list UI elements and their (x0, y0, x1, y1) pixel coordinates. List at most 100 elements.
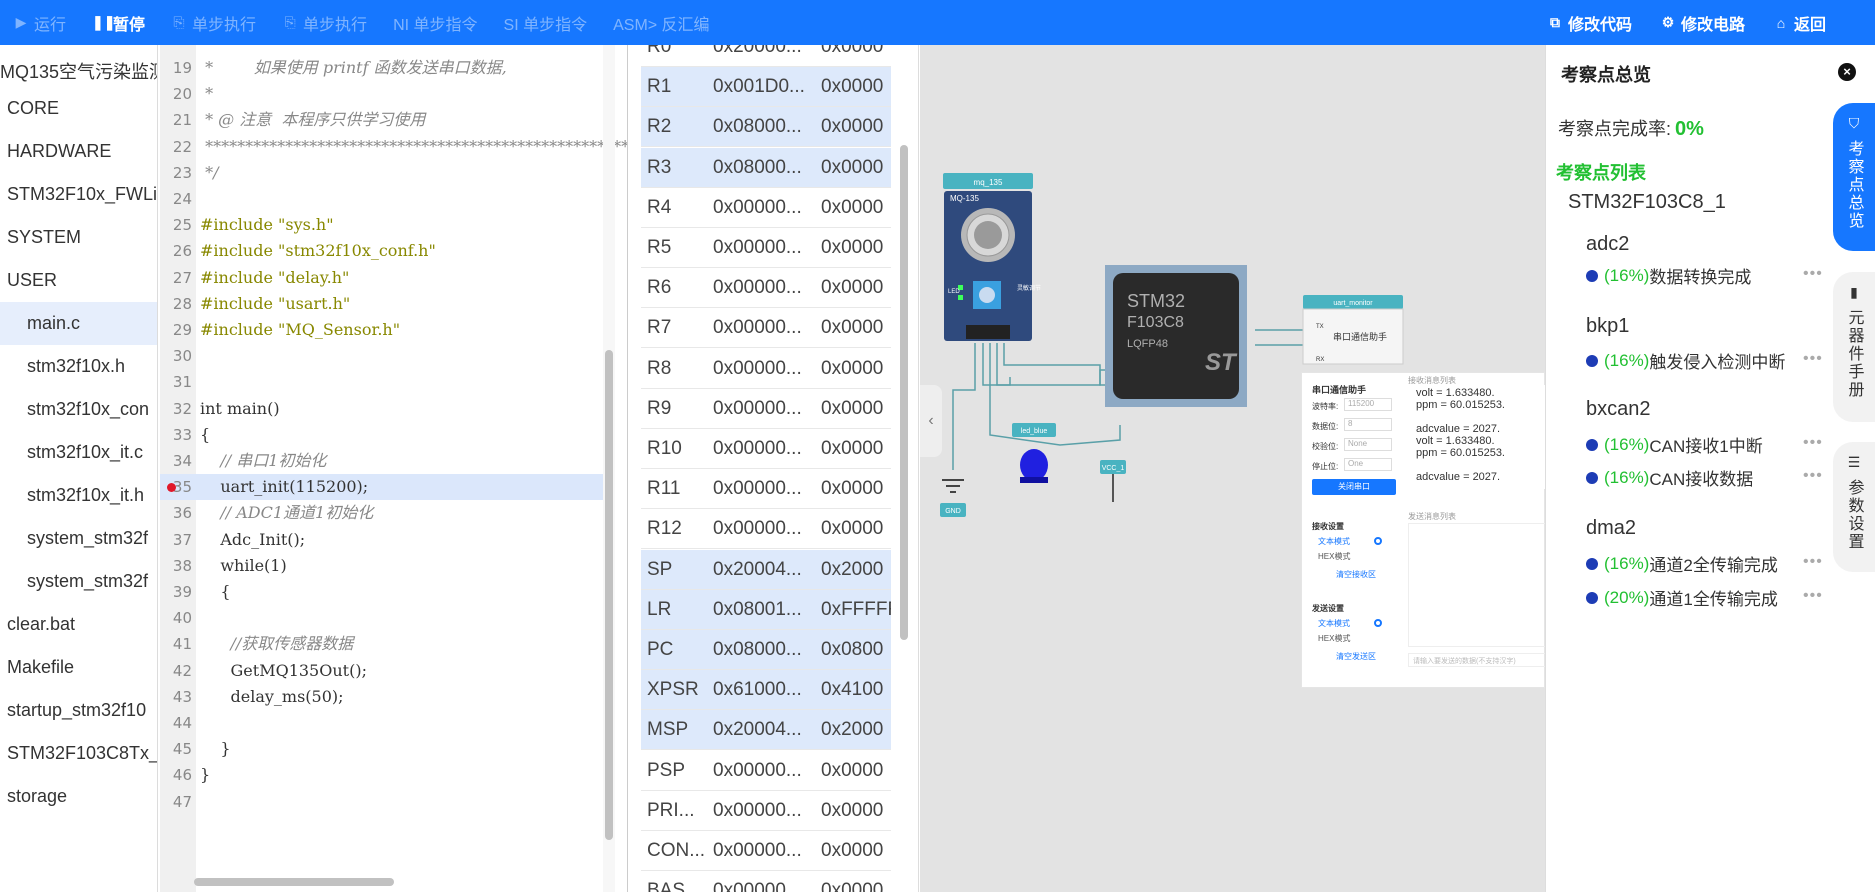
register-row[interactable]: R12 0x00000... 0x0000 (641, 509, 891, 550)
close-port-button[interactable]: 关闭串口 (1312, 479, 1396, 495)
line-number[interactable]: 46 (160, 762, 196, 788)
step-over-button[interactable]: ⎘ 单步执行 (269, 0, 380, 45)
code-line[interactable]: 35 uart_init(115200); (160, 474, 605, 501)
line-number[interactable]: 22 (160, 134, 196, 160)
pause-button[interactable]: ❚❚ 暂停 (79, 0, 158, 45)
checkpoint-group[interactable]: bxcan2 (1586, 398, 1651, 421)
code-line[interactable]: 32 int main() (160, 396, 605, 422)
side-tab-params[interactable]: ☰ 参数设置 (1833, 442, 1875, 572)
send-text-mode-radio[interactable]: 文本模式 (1318, 618, 1350, 629)
uart-monitor[interactable]: uart_monitor 串口通信助手 TX RX (1302, 295, 1404, 365)
line-number[interactable]: 43 (160, 684, 196, 710)
stm32-mcu[interactable]: STM32 F103C8 LQFP48 ST (1105, 265, 1247, 407)
register-row[interactable]: R2 0x08000... 0x0000 (641, 107, 891, 148)
close-icon[interactable]: × (1838, 63, 1856, 81)
register-row[interactable]: XPSR 0x61000... 0x4100 (641, 670, 891, 711)
checkpoint-item[interactable]: (16%) CAN接收数据 (1586, 465, 1753, 490)
register-row[interactable]: CON... 0x00000... 0x0000 (641, 831, 891, 871)
line-number[interactable]: 28 (160, 291, 196, 317)
line-number[interactable]: 41 (160, 631, 196, 657)
checkpoint-item[interactable]: (20%) 通道1全传输完成 (1586, 585, 1778, 610)
recv-hex-mode-radio[interactable]: HEX模式 (1318, 551, 1350, 562)
register-row[interactable]: R8 0x00000... 0x0000 (641, 349, 891, 389)
code-line[interactable]: 34 // 串口1初始化 (160, 448, 605, 474)
more-options-icon[interactable]: ••• (1803, 350, 1823, 368)
code-line[interactable]: 33{ (160, 422, 605, 448)
file-makefile[interactable]: Makefile (0, 646, 157, 689)
code-line[interactable]: 29 #include "MQ_Sensor.h" (160, 317, 605, 343)
file-stm32f10x-it-h[interactable]: stm32f10x_it.h (0, 474, 157, 517)
edit-circuit-button[interactable]: ⚙ 修改电路 (1646, 0, 1759, 45)
file-startup[interactable]: startup_stm32f10 (0, 689, 157, 732)
checkpoint-item[interactable]: (16%) 数据转换完成 (1586, 263, 1751, 288)
receive-area[interactable]: volt = 1.633480. ppm = 60.015253. adcvalue… (1408, 385, 1545, 489)
line-number[interactable]: 34 (160, 448, 196, 474)
code-line[interactable]: 25 #include "sys.h" (160, 212, 605, 238)
folder-fwlib[interactable]: STM32F10x_FWLi (0, 173, 157, 216)
file-linker-script[interactable]: STM32F103C8Tx_ (0, 732, 157, 775)
code-line[interactable]: 26 #include "stm32f10x_conf.h" (160, 238, 605, 264)
vcc-source[interactable]: VCC_1 (1100, 460, 1126, 502)
register-row[interactable]: SP 0x20004... 0x2000 (641, 549, 891, 590)
code-line[interactable]: 20 * (160, 81, 605, 107)
register-row[interactable]: R11 0x00000... 0x0000 (641, 469, 891, 510)
line-number[interactable]: 23 (160, 160, 196, 186)
register-row[interactable]: R7 0x00000... 0x0000 (641, 308, 891, 349)
checkpoint-item[interactable]: (16%) 触发侵入检测中断 (1586, 348, 1785, 373)
checkpoint-item[interactable]: (16%) 通道2全传输完成 (1586, 551, 1778, 576)
code-line[interactable]: 39 { (160, 579, 605, 605)
folder-storage[interactable]: storage (0, 775, 157, 818)
clear-send-link[interactable]: 清空发送区 (1336, 651, 1376, 662)
register-row[interactable]: PC 0x08000... 0x0800 (641, 630, 891, 670)
file-main-c[interactable]: main.c (0, 302, 157, 345)
line-number[interactable]: 20 (160, 81, 196, 107)
data-bits-select[interactable]: 8 (1344, 418, 1392, 431)
register-row[interactable]: R10 0x00000... 0x0000 (641, 429, 891, 469)
code-line[interactable]: 31 (160, 369, 605, 395)
disassemble-button[interactable]: ASM> 反汇编 (600, 0, 722, 45)
line-number[interactable]: 25 (160, 212, 196, 238)
register-row[interactable]: R6 0x00000... 0x0000 (641, 268, 891, 309)
line-number[interactable]: 26 (160, 238, 196, 264)
register-row[interactable]: R1 0x001D0... 0x0000 (641, 67, 891, 108)
register-row[interactable]: R3 0x08000... 0x0000 (641, 147, 891, 188)
more-options-icon[interactable]: ••• (1803, 587, 1823, 605)
register-row[interactable]: R9 0x00000... 0x0000 (641, 389, 891, 429)
line-number[interactable]: 37 (160, 527, 196, 553)
file-system-stm32f-c[interactable]: system_stm32f (0, 517, 157, 560)
recv-text-mode-radio[interactable]: 文本模式 (1318, 536, 1350, 547)
code-line[interactable]: 22 *************************************… (160, 134, 627, 160)
line-number[interactable]: 21 (160, 107, 196, 133)
edit-code-button[interactable]: ⧉ 修改代码 (1533, 0, 1646, 45)
folder-user[interactable]: USER (0, 259, 157, 302)
line-number[interactable]: 36 (160, 500, 196, 526)
code-line[interactable]: 30 (160, 343, 605, 369)
side-tab-overview[interactable]: ⛉ 考察点总览 (1833, 103, 1875, 251)
folder-system[interactable]: SYSTEM (0, 216, 157, 259)
more-options-icon[interactable]: ••• (1803, 434, 1823, 452)
editor-horizontal-scrollbar[interactable] (170, 872, 600, 892)
ni-step-button[interactable]: NI 单步指令 (380, 0, 490, 45)
baud-select[interactable]: 115200 (1344, 398, 1392, 411)
send-input[interactable]: 请输入要发送的数据(不支持汉字) (1408, 653, 1545, 667)
code-line[interactable]: 41 //获取传感器数据 (160, 631, 605, 657)
clear-recv-link[interactable]: 清空接收区 (1336, 569, 1376, 580)
register-row[interactable]: BAS... 0x00000... 0x0000 (641, 871, 891, 892)
register-scrollbar[interactable] (897, 45, 911, 892)
file-stm32f10x-it-c[interactable]: stm32f10x_it.c (0, 431, 157, 474)
code-line[interactable]: 42 GetMQ135Out(); (160, 658, 605, 684)
file-system-stm32f-h[interactable]: system_stm32f (0, 560, 157, 603)
line-number[interactable]: 39 (160, 579, 196, 605)
code-line[interactable]: 46} (160, 762, 605, 788)
line-number[interactable]: 30 (160, 343, 196, 369)
more-options-icon[interactable]: ••• (1803, 265, 1823, 283)
checkpoint-group[interactable]: dma2 (1586, 517, 1636, 540)
line-number[interactable]: 24 (160, 186, 196, 212)
step-into-button[interactable]: ⎘ 单步执行 (158, 0, 269, 45)
more-options-icon[interactable]: ••• (1803, 553, 1823, 571)
code-line[interactable]: 40 (160, 605, 605, 631)
code-line[interactable]: 19 * 如果使用 printf 函数发送串口数据, (160, 55, 605, 81)
code-editor[interactable]: 19 * 如果使用 printf 函数发送串口数据, 20 * 21 * @ 注意 … (160, 45, 628, 892)
line-number[interactable]: 31 (160, 369, 196, 395)
stop-bits-select[interactable]: One (1344, 458, 1392, 471)
